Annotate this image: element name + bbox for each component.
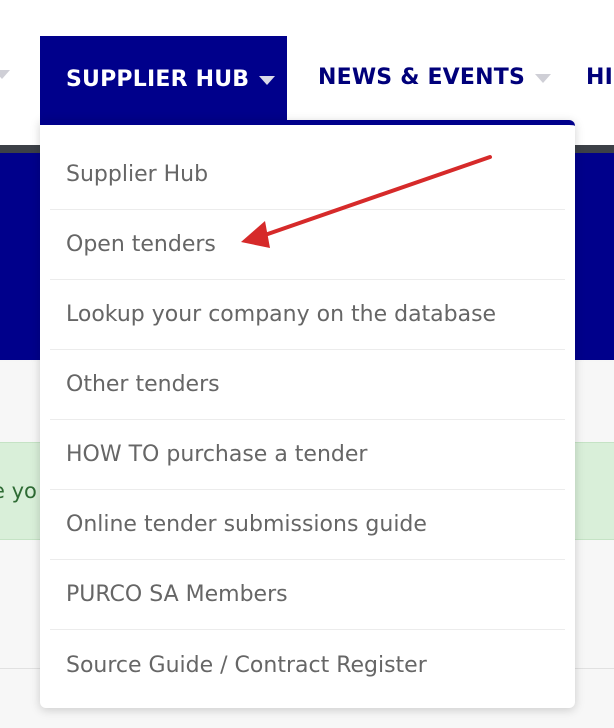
supplier-hub-dropdown-menu: Supplier Hub Open tenders Lookup your co… (40, 120, 575, 708)
menu-item-other-tenders[interactable]: Other tenders (50, 350, 565, 420)
dropdown-list: Supplier Hub Open tenders Lookup your co… (40, 125, 575, 700)
chevron-down-icon[interactable] (0, 70, 10, 79)
chevron-down-icon (259, 75, 276, 85)
menu-item-supplier-hub[interactable]: Supplier Hub (50, 125, 565, 210)
alert-text: e yo (0, 479, 37, 503)
menu-item-source-guide[interactable]: Source Guide / Contract Register (50, 630, 565, 700)
menu-item-purco-members[interactable]: PURCO SA Members (50, 560, 565, 630)
nav-item-label: NEWS & EVENTS (318, 64, 526, 90)
menu-item-lookup-company[interactable]: Lookup your company on the database (50, 280, 565, 350)
nav-item-label: HI (586, 64, 613, 90)
menu-item-how-to-purchase[interactable]: HOW TO purchase a tender (50, 420, 565, 490)
menu-item-submissions-guide[interactable]: Online tender submissions guide (50, 490, 565, 560)
nav-item-supplier-hub[interactable]: SUPPLIER HUB (40, 36, 287, 122)
nav-item-truncated[interactable]: HI (586, 36, 613, 118)
nav-item-label: SUPPLIER HUB (66, 66, 250, 92)
nav-item-news-events[interactable]: NEWS & EVENTS (318, 36, 552, 118)
menu-item-open-tenders[interactable]: Open tenders (50, 210, 565, 280)
chevron-down-icon (535, 73, 552, 83)
